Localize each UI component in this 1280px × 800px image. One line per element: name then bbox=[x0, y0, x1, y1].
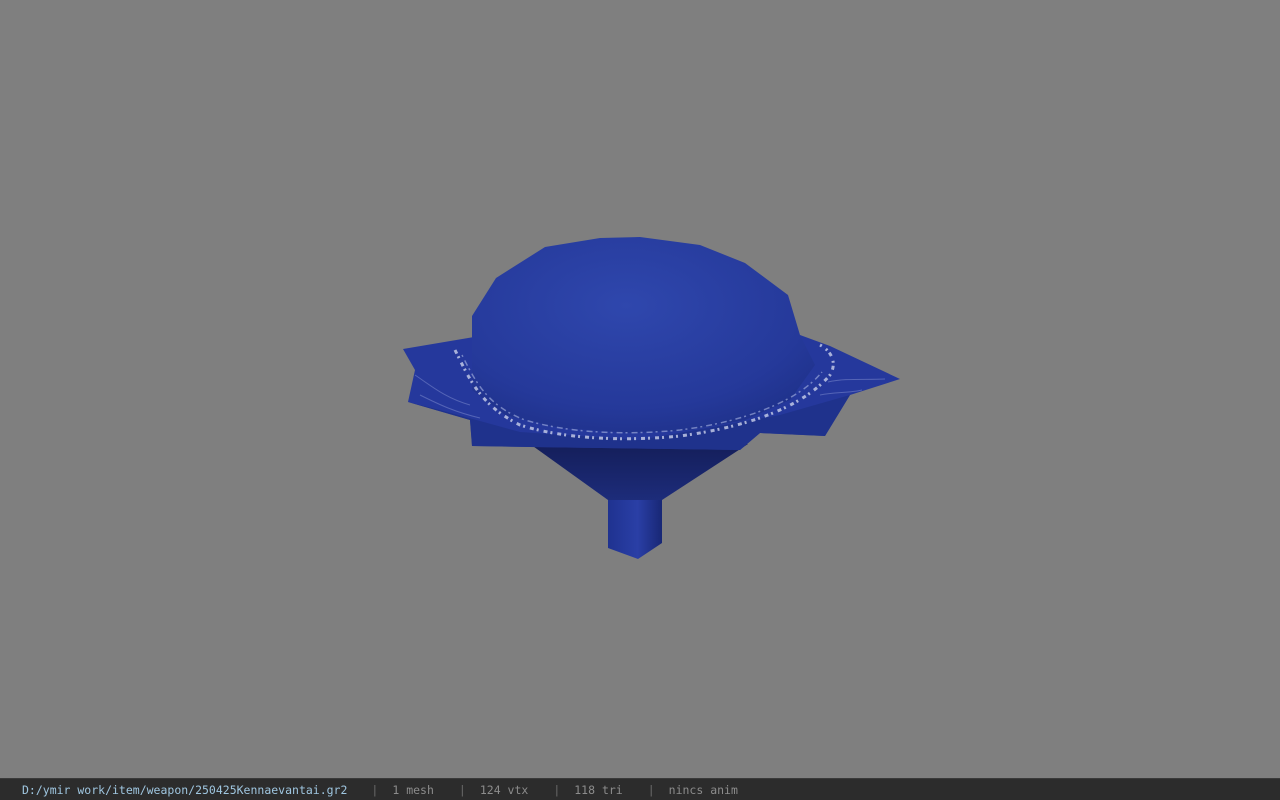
separator: | bbox=[371, 782, 379, 797]
animation-status: nincs anim bbox=[668, 782, 738, 797]
triangle-count: 118 tri bbox=[574, 782, 623, 797]
vertex-count: 124 vtx bbox=[479, 782, 529, 797]
model-stem bbox=[608, 500, 662, 559]
model-funnel bbox=[530, 444, 748, 500]
model-render bbox=[403, 237, 900, 559]
separator: | bbox=[553, 782, 561, 797]
status-bar: D:/ymir work/item/weapon/250425Kennaevan… bbox=[0, 778, 1280, 800]
mesh-count: 1 mesh bbox=[392, 782, 434, 797]
separator: | bbox=[458, 782, 466, 797]
model-dome bbox=[472, 237, 815, 433]
file-path: D:/ymir work/item/weapon/250425Kennaevan… bbox=[22, 782, 348, 797]
3d-viewport[interactable] bbox=[0, 0, 1280, 778]
separator: | bbox=[647, 782, 655, 797]
